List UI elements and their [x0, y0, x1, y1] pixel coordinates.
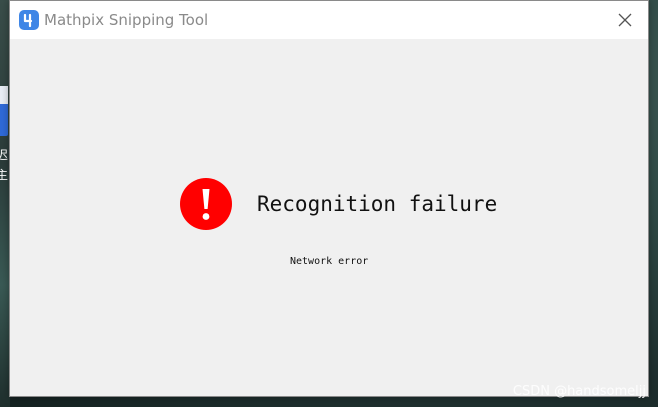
- app-window: Mathpix Snipping Tool Recognition failur…: [9, 0, 649, 397]
- error-detail: Network error: [290, 256, 369, 267]
- message-area: Recognition failure Network error: [10, 39, 648, 396]
- mathpix-logo-icon: [19, 10, 39, 30]
- desktop-shortcut-icon-top: [0, 86, 8, 104]
- close-button[interactable]: [602, 1, 648, 39]
- error-exclamation-icon: [180, 178, 232, 230]
- close-icon: [618, 13, 632, 27]
- error-title: Recognition failure: [257, 192, 498, 216]
- window-title: Mathpix Snipping Tool: [44, 11, 209, 29]
- watermark: CSDN @handsomeljj: [512, 384, 646, 399]
- title-bar[interactable]: Mathpix Snipping Tool: [10, 1, 648, 39]
